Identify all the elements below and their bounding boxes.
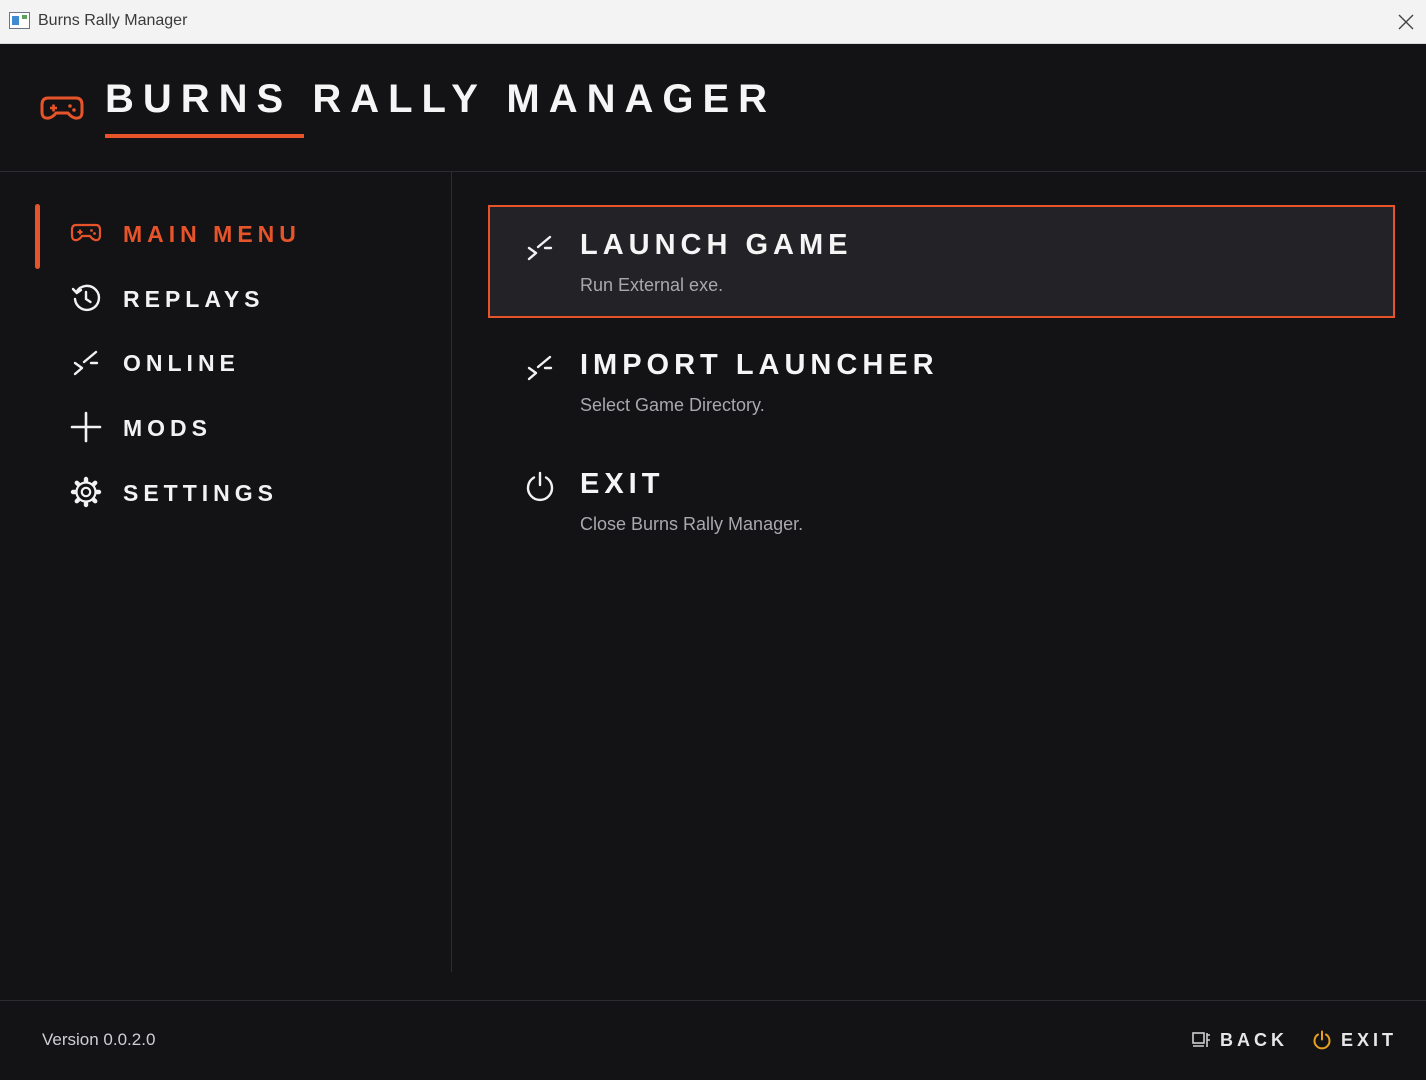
app-header: BURNS RALLY MANAGER [0, 44, 1426, 172]
close-icon [1398, 14, 1414, 30]
footer-back-label: BACK [1220, 1029, 1288, 1050]
window-title: Burns Rally Manager [38, 12, 188, 29]
sidebar-nav: MAIN MENU REPLAYS ONLINE MODS SETTINGS [0, 172, 452, 972]
sidebar-item-settings[interactable]: SETTINGS [0, 464, 440, 520]
footer-exit-label: EXIT [1341, 1029, 1398, 1050]
sidebar-item-mods[interactable]: MODS [0, 399, 440, 455]
action-subtitle: Run External exe. [580, 275, 724, 295]
footer-back-button[interactable]: BACK [1191, 1027, 1288, 1053]
online-icon [70, 346, 102, 378]
launch-game-button[interactable]: LAUNCH GAME Run External exe. [488, 205, 1395, 318]
active-indicator [35, 204, 40, 269]
action-title: EXIT [580, 468, 665, 500]
history-icon [70, 282, 102, 314]
import-launcher-button[interactable]: IMPORT LAUNCHER Select Game Directory. [488, 325, 1395, 438]
window-close-button[interactable] [1386, 0, 1426, 44]
window-title-bar: Burns Rally Manager [0, 0, 1426, 44]
back-icon [1192, 1032, 1210, 1047]
gamepad-icon [40, 96, 84, 120]
app-window-icon [9, 12, 30, 29]
header-accent-underline [105, 134, 304, 138]
power-icon [1313, 1030, 1331, 1050]
sidebar-item-label: REPLAYS [123, 286, 265, 312]
sidebar-item-label: MAIN MENU [123, 221, 301, 247]
action-subtitle: Close Burns Rally Manager. [580, 514, 804, 534]
action-title: IMPORT LAUNCHER [580, 349, 939, 381]
sidebar-item-replays[interactable]: REPLAYS [0, 270, 440, 326]
sidebar-item-label: SETTINGS [123, 480, 279, 506]
launch-icon [524, 231, 556, 263]
sidebar-item-main-menu[interactable]: MAIN MENU [0, 204, 440, 269]
gamepad-icon [70, 217, 102, 249]
sidebar-item-online[interactable]: ONLINE [0, 334, 440, 390]
version-label: Version 0.0.2.0 [42, 1030, 156, 1049]
footer-exit-button[interactable]: EXIT [1312, 1027, 1397, 1053]
sidebar-item-label: ONLINE [123, 350, 240, 376]
app-name-heading: BURNS RALLY MANAGER [105, 77, 777, 121]
gear-icon [70, 476, 102, 508]
sidebar-item-label: MODS [123, 415, 212, 441]
import-icon [524, 351, 556, 383]
power-icon [524, 470, 556, 502]
action-subtitle: Select Game Directory. [580, 395, 765, 415]
action-title: LAUNCH GAME [580, 229, 853, 261]
app-footer: Version 0.0.2.0 BACK EXIT [0, 1000, 1426, 1080]
exit-button[interactable]: EXIT Close Burns Rally Manager. [488, 444, 1395, 557]
plus-icon [70, 411, 102, 443]
